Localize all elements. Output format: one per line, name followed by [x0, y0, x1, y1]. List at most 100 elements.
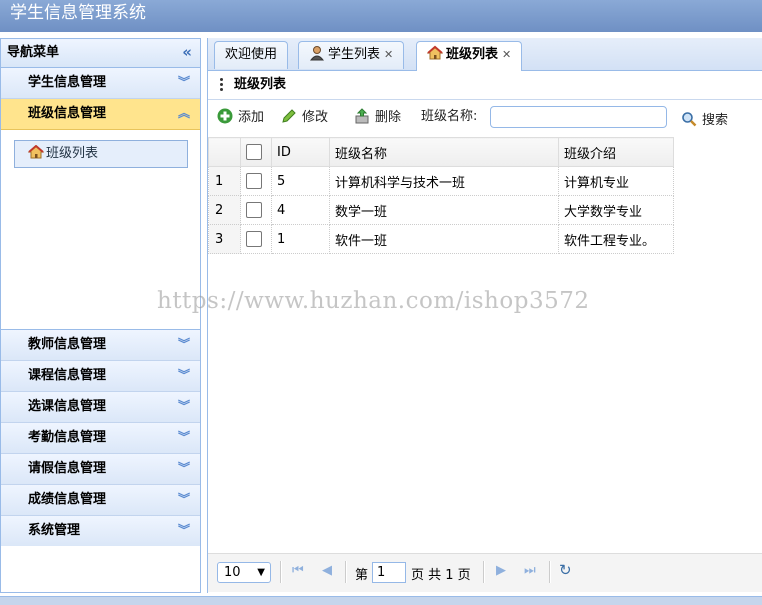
watermark: https://www.huzhan.com/ishop3572	[157, 288, 590, 314]
edit-button[interactable]: 修改	[281, 108, 328, 127]
chevron-down-icon[interactable]: ︾	[178, 68, 190, 97]
main-content: 欢迎使用 学生列表 ✕ 班级列表 ✕ 班级列表 添加 修改 删除 班级名称: 搜…	[207, 38, 762, 593]
refresh-icon[interactable]: ↻	[559, 561, 572, 579]
page-size-select[interactable]: 10 ▼	[217, 562, 271, 583]
delete-button[interactable]: 删除	[354, 108, 401, 127]
cell-intro: 大学数学专业	[558, 195, 674, 225]
row-select-cell	[240, 224, 272, 254]
list-title-label: 班级列表	[234, 77, 287, 92]
class-name-label: 班级名称:	[421, 109, 478, 124]
row-select-cell	[240, 166, 272, 196]
cell-id: 1	[271, 224, 330, 254]
user-icon	[309, 46, 325, 61]
sidebar-panel-label: 选课信息管理	[28, 399, 107, 414]
class-table: ID 班级名称 班级介绍 1 5 计算机科学与技术一班 计算机专业 2 4 数学…	[208, 137, 674, 254]
panel-menu-icon	[220, 78, 223, 93]
tab-label: 学生列表	[328, 47, 381, 62]
search-button[interactable]: 搜索	[681, 111, 728, 130]
cell-intro: 计算机专业	[558, 166, 674, 196]
row-checkbox[interactable]	[246, 202, 262, 218]
list-panel-title: 班级列表	[208, 71, 762, 100]
table-row[interactable]: 2 4 数学一班 大学数学专业	[208, 195, 674, 225]
sidebar-panel-label: 教师信息管理	[28, 337, 107, 352]
tab-welcome[interactable]: 欢迎使用	[214, 41, 289, 69]
page-size-value: 10	[224, 565, 241, 580]
sidebar-panel-course[interactable]: 课程信息管理 ︾	[1, 361, 200, 392]
delete-icon	[355, 108, 369, 124]
row-number: 2	[208, 195, 241, 225]
column-header-id[interactable]: ID	[271, 137, 330, 167]
chevron-down-icon[interactable]: ︾	[178, 423, 190, 452]
add-button[interactable]: 添加	[217, 108, 264, 127]
sidebar-panel-label: 请假信息管理	[28, 461, 107, 476]
tab-label: 班级列表	[446, 47, 499, 62]
pager-divider	[280, 561, 282, 583]
column-header-intro[interactable]: 班级介绍	[558, 137, 674, 167]
tab-student-list[interactable]: 学生列表 ✕	[298, 41, 405, 69]
sidebar-panel-leave[interactable]: 请假信息管理 ︾	[1, 454, 200, 485]
close-icon[interactable]: ✕	[384, 48, 393, 61]
sidebar-item-class-list[interactable]: 班级列表	[14, 140, 188, 168]
sidebar-panel-attendance[interactable]: 考勤信息管理 ︾	[1, 423, 200, 454]
row-checkbox[interactable]	[246, 173, 262, 189]
cell-id: 5	[271, 166, 330, 196]
search-icon	[682, 112, 697, 127]
sidebar-panel-label: 学生信息管理	[28, 75, 107, 90]
house-icon	[28, 145, 44, 159]
house-icon	[427, 45, 443, 60]
app-title-bar: 学生信息管理系统	[0, 0, 762, 32]
chevron-down-icon[interactable]: ︾	[178, 361, 190, 390]
cell-name: 计算机科学与技术一班	[329, 166, 559, 196]
first-page-icon[interactable]: ⏮	[292, 563, 304, 578]
close-icon[interactable]: ✕	[502, 48, 511, 61]
sidebar-panel-label: 课程信息管理	[28, 368, 107, 383]
chevron-down-icon[interactable]: ︾	[178, 392, 190, 421]
chevron-up-icon[interactable]: ︽	[178, 99, 190, 128]
cell-name: 数学一班	[329, 195, 559, 225]
class-name-search-input[interactable]	[490, 106, 667, 128]
chevron-down-icon[interactable]: ︾	[178, 485, 190, 514]
prev-page-icon[interactable]: ◀	[322, 563, 332, 578]
table-header-row: ID 班级名称 班级介绍	[208, 137, 674, 167]
chevron-down-icon[interactable]: ︾	[178, 330, 190, 359]
last-page-icon[interactable]: ⏭	[524, 563, 536, 578]
pager-divider	[345, 561, 347, 583]
table-row[interactable]: 1 5 计算机科学与技术一班 计算机专业	[208, 166, 674, 196]
next-page-icon[interactable]: ▶	[496, 563, 506, 578]
cell-name: 软件一班	[329, 224, 559, 254]
sidebar-panel-system[interactable]: 系统管理 ︾	[1, 516, 200, 546]
sidebar: 导航菜单 « 学生信息管理 ︾ 班级信息管理 ︽ 班级列表 教师信息管理 ︾ 课…	[0, 38, 201, 593]
rownum-header	[208, 137, 241, 167]
row-number: 3	[208, 224, 241, 254]
page-number-input[interactable]: 1	[372, 562, 406, 583]
page-total-text: 页 共 1 页	[411, 568, 471, 583]
tab-class-list[interactable]: 班级列表 ✕	[416, 41, 523, 71]
toolbar: 添加 修改 删除 班级名称: 搜索	[208, 100, 762, 134]
column-header-name[interactable]: 班级名称	[329, 137, 559, 167]
row-select-cell	[240, 195, 272, 225]
sidebar-panel-score[interactable]: 成绩信息管理 ︾	[1, 485, 200, 516]
select-all-cell	[240, 137, 272, 167]
tab-strip: 欢迎使用 学生列表 ✕ 班级列表 ✕	[208, 38, 762, 71]
sidebar-panel-label: 系统管理	[28, 523, 81, 538]
select-all-checkbox[interactable]	[246, 144, 262, 160]
chevron-down-icon[interactable]: ︾	[178, 516, 190, 545]
table-row[interactable]: 3 1 软件一班 软件工程专业。	[208, 224, 674, 254]
edit-label: 修改	[302, 110, 329, 125]
sidebar-panel-teacher[interactable]: 教师信息管理 ︾	[1, 330, 200, 361]
chevron-down-icon[interactable]: ︾	[178, 454, 190, 483]
row-checkbox[interactable]	[246, 231, 262, 247]
collapse-left-icon[interactable]: «	[182, 39, 192, 66]
page-number-value: 1	[377, 565, 386, 580]
sidebar-panel-selection[interactable]: 选课信息管理 ︾	[1, 392, 200, 423]
sidebar-panel-class[interactable]: 班级信息管理 ︽	[1, 99, 200, 130]
dropdown-arrow-icon: ▼	[257, 567, 265, 578]
search-label: 搜索	[702, 113, 729, 128]
tab-label: 欢迎使用	[225, 47, 278, 62]
add-icon	[217, 108, 233, 124]
row-number: 1	[208, 166, 241, 196]
cell-id: 4	[271, 195, 330, 225]
sidebar-panel-student[interactable]: 学生信息管理 ︾	[1, 68, 200, 99]
nav-header: 导航菜单 «	[1, 39, 200, 68]
pager-divider	[549, 561, 551, 583]
